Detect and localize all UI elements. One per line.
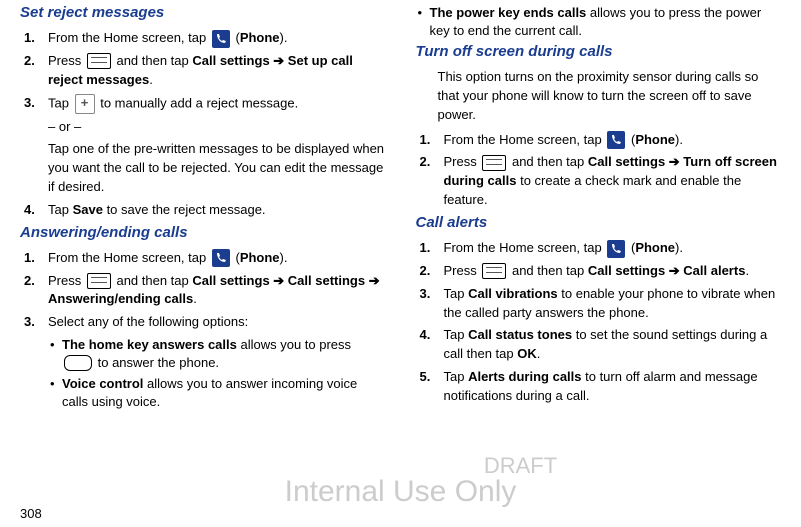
- bold-text: Call vibrations: [468, 286, 558, 301]
- text: Press: [444, 154, 481, 169]
- page-number: 308: [20, 506, 42, 521]
- text: .: [149, 72, 153, 87]
- step: Press and then tap Call settings ➔ Turn …: [444, 153, 782, 210]
- step: Press and then tap Call settings ➔ Set u…: [48, 52, 386, 90]
- step: Tap Save to save the reject message.: [48, 201, 386, 220]
- phone-icon: [607, 240, 625, 258]
- phone-icon: [212, 249, 230, 267]
- plus-icon: +: [75, 94, 95, 114]
- text: Press: [48, 273, 85, 288]
- text: ).: [675, 240, 683, 255]
- bold-text: Call settings ➔ Call alerts: [588, 263, 746, 278]
- step: Select any of the following options: The…: [48, 313, 386, 410]
- menu-icon: [87, 273, 111, 289]
- text: and then tap: [512, 263, 588, 278]
- bullet-item: The power key ends calls allows you to p…: [430, 4, 782, 39]
- bold-text: Phone: [240, 250, 280, 265]
- steps-callalerts: From the Home screen, tap (Phone). Press…: [416, 239, 782, 406]
- step-desc: Tap one of the pre-written messages to b…: [48, 140, 386, 197]
- text: to save the reject message.: [103, 202, 266, 217]
- text: Tap: [444, 327, 469, 342]
- step: Press and then tap Call settings ➔ Call …: [444, 262, 782, 281]
- text: ).: [280, 30, 288, 45]
- home-key-icon: [64, 355, 92, 371]
- text: From the Home screen, tap: [48, 30, 210, 45]
- bold-text: Phone: [635, 240, 675, 255]
- text: ).: [675, 132, 683, 147]
- menu-icon: [87, 53, 111, 69]
- step: From the Home screen, tap (Phone).: [48, 249, 386, 268]
- text: .: [193, 291, 197, 306]
- step: Tap Call vibrations to enable your phone…: [444, 285, 782, 323]
- text: Tap: [444, 369, 469, 384]
- phone-icon: [607, 131, 625, 149]
- bullet-item: The home key answers calls allows you to…: [62, 336, 386, 371]
- text: .: [745, 263, 749, 278]
- heading-answering: Answering/ending calls: [20, 224, 386, 241]
- steps-set-reject: From the Home screen, tap (Phone). Press…: [20, 29, 386, 220]
- text: ).: [280, 250, 288, 265]
- text: From the Home screen, tap: [444, 240, 606, 255]
- text: to answer the phone.: [94, 355, 219, 370]
- left-column: Set reject messages From the Home screen…: [20, 0, 386, 490]
- page-content: Set reject messages From the Home screen…: [0, 0, 801, 490]
- step: From the Home screen, tap (Phone).: [444, 131, 782, 150]
- step: From the Home screen, tap (Phone).: [48, 29, 386, 48]
- text: From the Home screen, tap: [444, 132, 606, 147]
- bold-text: Alerts during calls: [468, 369, 581, 384]
- heading-set-reject: Set reject messages: [20, 4, 386, 21]
- bold-text: The home key answers calls: [62, 337, 237, 352]
- bullets-options: The home key answers calls allows you to…: [48, 336, 386, 410]
- step: Tap Alerts during calls to turn off alar…: [444, 368, 782, 406]
- bold-text: Phone: [635, 132, 675, 147]
- intro-turnoff: This option turns on the proximity senso…: [438, 68, 782, 125]
- bold-text: Save: [73, 202, 103, 217]
- heading-callalerts: Call alerts: [416, 214, 782, 231]
- step: From the Home screen, tap (Phone).: [444, 239, 782, 258]
- steps-turnoff: From the Home screen, tap (Phone). Press…: [416, 131, 782, 210]
- text: allows you to press: [237, 337, 351, 352]
- phone-icon: [212, 30, 230, 48]
- text: to manually add a reject message.: [100, 95, 298, 110]
- text: Select any of the following options:: [48, 314, 248, 329]
- heading-turnoff: Turn off screen during calls: [416, 43, 782, 60]
- or-divider: – or –: [48, 118, 386, 137]
- text: From the Home screen, tap: [48, 250, 210, 265]
- text: Tap: [48, 95, 73, 110]
- bold-text: OK: [517, 346, 537, 361]
- bullets-continued: The power key ends calls allows you to p…: [416, 4, 782, 39]
- text: and then tap: [512, 154, 588, 169]
- step: Press and then tap Call settings ➔ Call …: [48, 272, 386, 310]
- step: Tap Call status tones to set the sound s…: [444, 326, 782, 364]
- text: Tap: [48, 202, 73, 217]
- menu-icon: [482, 263, 506, 279]
- bold-text: Voice control: [62, 376, 143, 391]
- bold-text: The power key ends calls: [430, 5, 587, 20]
- bold-text: Call status tones: [468, 327, 572, 342]
- text: and then tap: [116, 53, 192, 68]
- text: Tap: [444, 286, 469, 301]
- text: Press: [444, 263, 481, 278]
- bullet-item: Voice control allows you to answer incom…: [62, 375, 386, 410]
- menu-icon: [482, 155, 506, 171]
- text: .: [537, 346, 541, 361]
- right-column: The power key ends calls allows you to p…: [416, 0, 782, 490]
- step: Tap + to manually add a reject message. …: [48, 94, 386, 197]
- steps-answering: From the Home screen, tap (Phone). Press…: [20, 249, 386, 411]
- bold-text: Phone: [240, 30, 280, 45]
- text: Press: [48, 53, 85, 68]
- text: and then tap: [116, 273, 192, 288]
